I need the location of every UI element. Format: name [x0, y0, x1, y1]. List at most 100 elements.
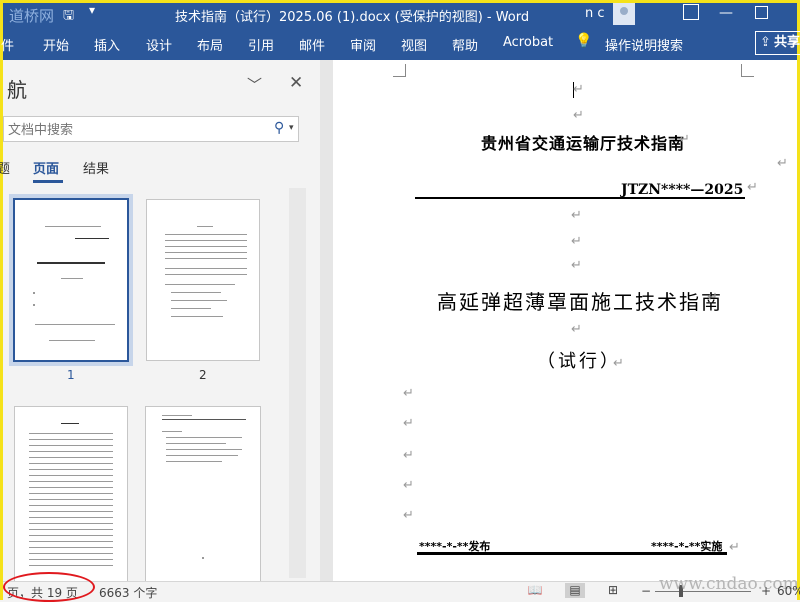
thumb-text-line	[171, 300, 227, 301]
paragraph-mark: ↵	[403, 448, 414, 463]
thumb-text-line	[165, 234, 247, 235]
print-layout-icon[interactable]: ▤	[565, 583, 585, 598]
search-options-icon[interactable]: ▾	[289, 123, 294, 133]
paragraph-mark: ↵	[679, 132, 690, 147]
close-icon[interactable]: ✕	[289, 73, 303, 93]
minimize-button[interactable]: —	[719, 5, 733, 21]
thumb-text-line	[29, 457, 113, 458]
search-icon[interactable]: ⚲	[274, 120, 284, 136]
tab-file[interactable]: 件	[1, 35, 14, 54]
thumb-text-line	[166, 455, 238, 456]
title-bar: 道桥网 🖫 ▾ 技术指南（试行）2025.06 (1).docx (受保护的视图…	[3, 3, 797, 27]
ribbon-tabs: 件 开始 插入 设计 布局 引用 邮件 审阅 视图 帮助 Acrobat 💡 操…	[1, 27, 800, 60]
paragraph-mark: ↵	[571, 322, 582, 337]
thumb-text-line	[49, 340, 95, 341]
window-title: 技术指南（试行）2025.06 (1).docx (受保护的视图) - Word	[175, 10, 530, 25]
nav-scrollbar[interactable]	[289, 188, 306, 578]
nav-tab-headings[interactable]: 题	[0, 158, 10, 177]
word-count[interactable]: 6663 个字	[99, 584, 157, 601]
nav-search-input[interactable]	[4, 117, 260, 143]
zoom-out-button[interactable]: −	[641, 584, 651, 598]
zoom-level[interactable]: 60%	[777, 584, 800, 598]
thumb-text-line	[29, 535, 113, 536]
doc-subtitle: （试行）	[537, 351, 621, 372]
avatar[interactable]	[613, 3, 635, 25]
nav-search-box[interactable]: ⚲ ▾	[3, 116, 299, 143]
thumb-text-line	[29, 511, 113, 512]
thumb-text-line	[29, 559, 113, 560]
doc-main-title: 高延弹超薄罩面施工技术指南	[437, 290, 723, 314]
thumb-text-line	[29, 505, 113, 506]
page-thumbnail-3[interactable]	[14, 406, 128, 581]
nav-tab-pages[interactable]: 页面	[33, 158, 59, 177]
paragraph-mark: ↵	[571, 258, 582, 273]
zoom-in-button[interactable]: +	[761, 584, 771, 598]
thumb-text-line	[162, 415, 192, 416]
read-mode-icon[interactable]: 📖	[525, 583, 545, 598]
tab-design[interactable]: 设计	[146, 35, 172, 54]
thumb-text-line	[165, 240, 247, 241]
footer-rule	[417, 552, 727, 555]
ribbon-display-options-icon[interactable]	[683, 4, 699, 20]
thumb-text-line	[29, 487, 113, 488]
header-rule	[415, 197, 745, 199]
thumb-mark	[33, 292, 35, 294]
thumb-text-line	[29, 451, 113, 452]
thumb-text-line	[29, 469, 113, 470]
page-thumbnail-2[interactable]	[146, 199, 260, 361]
tell-me-search[interactable]: 操作说明搜索	[605, 35, 683, 54]
crop-mark	[393, 64, 406, 77]
chevron-down-icon[interactable]: ﹀	[247, 74, 262, 95]
page-thumbnails: 1 2	[3, 188, 293, 581]
thumb-text-line	[29, 493, 113, 494]
thumb-text-line	[165, 252, 247, 253]
web-layout-icon[interactable]: ⊞	[603, 583, 623, 598]
tab-acrobat[interactable]: Acrobat	[503, 35, 553, 50]
thumb-text-line	[29, 433, 113, 434]
tab-references[interactable]: 引用	[248, 35, 274, 54]
thumb-text-line	[29, 439, 113, 440]
document-page[interactable]: ↵ ↵ 贵州省交通运输厅技术指南 ↵ ↵ JTZN****—2025 ↵ ↵ ↵…	[333, 60, 797, 581]
paragraph-mark: ↵	[573, 82, 584, 97]
thumb-text-line	[35, 324, 115, 325]
paragraph-mark: ↵	[613, 356, 624, 371]
thumb-mark	[202, 557, 204, 559]
thumb-text-line	[165, 258, 247, 259]
tab-layout[interactable]: 布局	[197, 35, 223, 54]
paragraph-mark: ↵	[747, 180, 758, 195]
page-thumbnail-1[interactable]	[9, 194, 133, 366]
crop-mark	[741, 64, 754, 77]
thumb-text-line	[61, 423, 79, 424]
thumb-text-line	[166, 443, 226, 444]
tab-insert[interactable]: 插入	[94, 35, 120, 54]
thumb-text-line	[171, 308, 211, 309]
share-button[interactable]: 共享	[755, 31, 800, 55]
thumb-text-line	[29, 445, 113, 446]
thumb-text-line	[29, 541, 113, 542]
thumb-text-line	[162, 419, 246, 420]
tab-home[interactable]: 开始	[43, 35, 69, 54]
thumb-mark	[33, 304, 35, 306]
save-icon[interactable]: 🖫	[63, 6, 74, 28]
paragraph-mark: ↵	[573, 108, 584, 123]
watermark-logo: 道桥网	[9, 7, 55, 25]
tab-help[interactable]: 帮助	[452, 35, 478, 54]
maximize-button[interactable]	[755, 6, 768, 19]
highlight-circle	[3, 572, 95, 602]
doc-agency-title: 贵州省交通运输厅技术指南	[481, 134, 686, 153]
thumb-text-line	[29, 529, 113, 530]
tab-view[interactable]: 视图	[401, 35, 427, 54]
paragraph-mark: ↵	[729, 540, 740, 555]
tab-mailings[interactable]: 邮件	[299, 35, 325, 54]
thumbnail-number: 1	[67, 368, 75, 382]
thumb-text-line	[29, 475, 113, 476]
quick-access-menu-icon[interactable]: ▾	[89, 3, 95, 17]
nav-pane-title: 航	[7, 78, 27, 102]
user-name[interactable]: n c	[585, 6, 605, 21]
thumb-text-line	[75, 238, 109, 239]
thumb-text-line	[165, 246, 247, 247]
nav-tab-results[interactable]: 结果	[83, 158, 109, 177]
lightbulb-icon[interactable]: 💡	[575, 33, 592, 49]
page-thumbnail-4[interactable]	[145, 406, 261, 581]
tab-review[interactable]: 审阅	[350, 35, 376, 54]
